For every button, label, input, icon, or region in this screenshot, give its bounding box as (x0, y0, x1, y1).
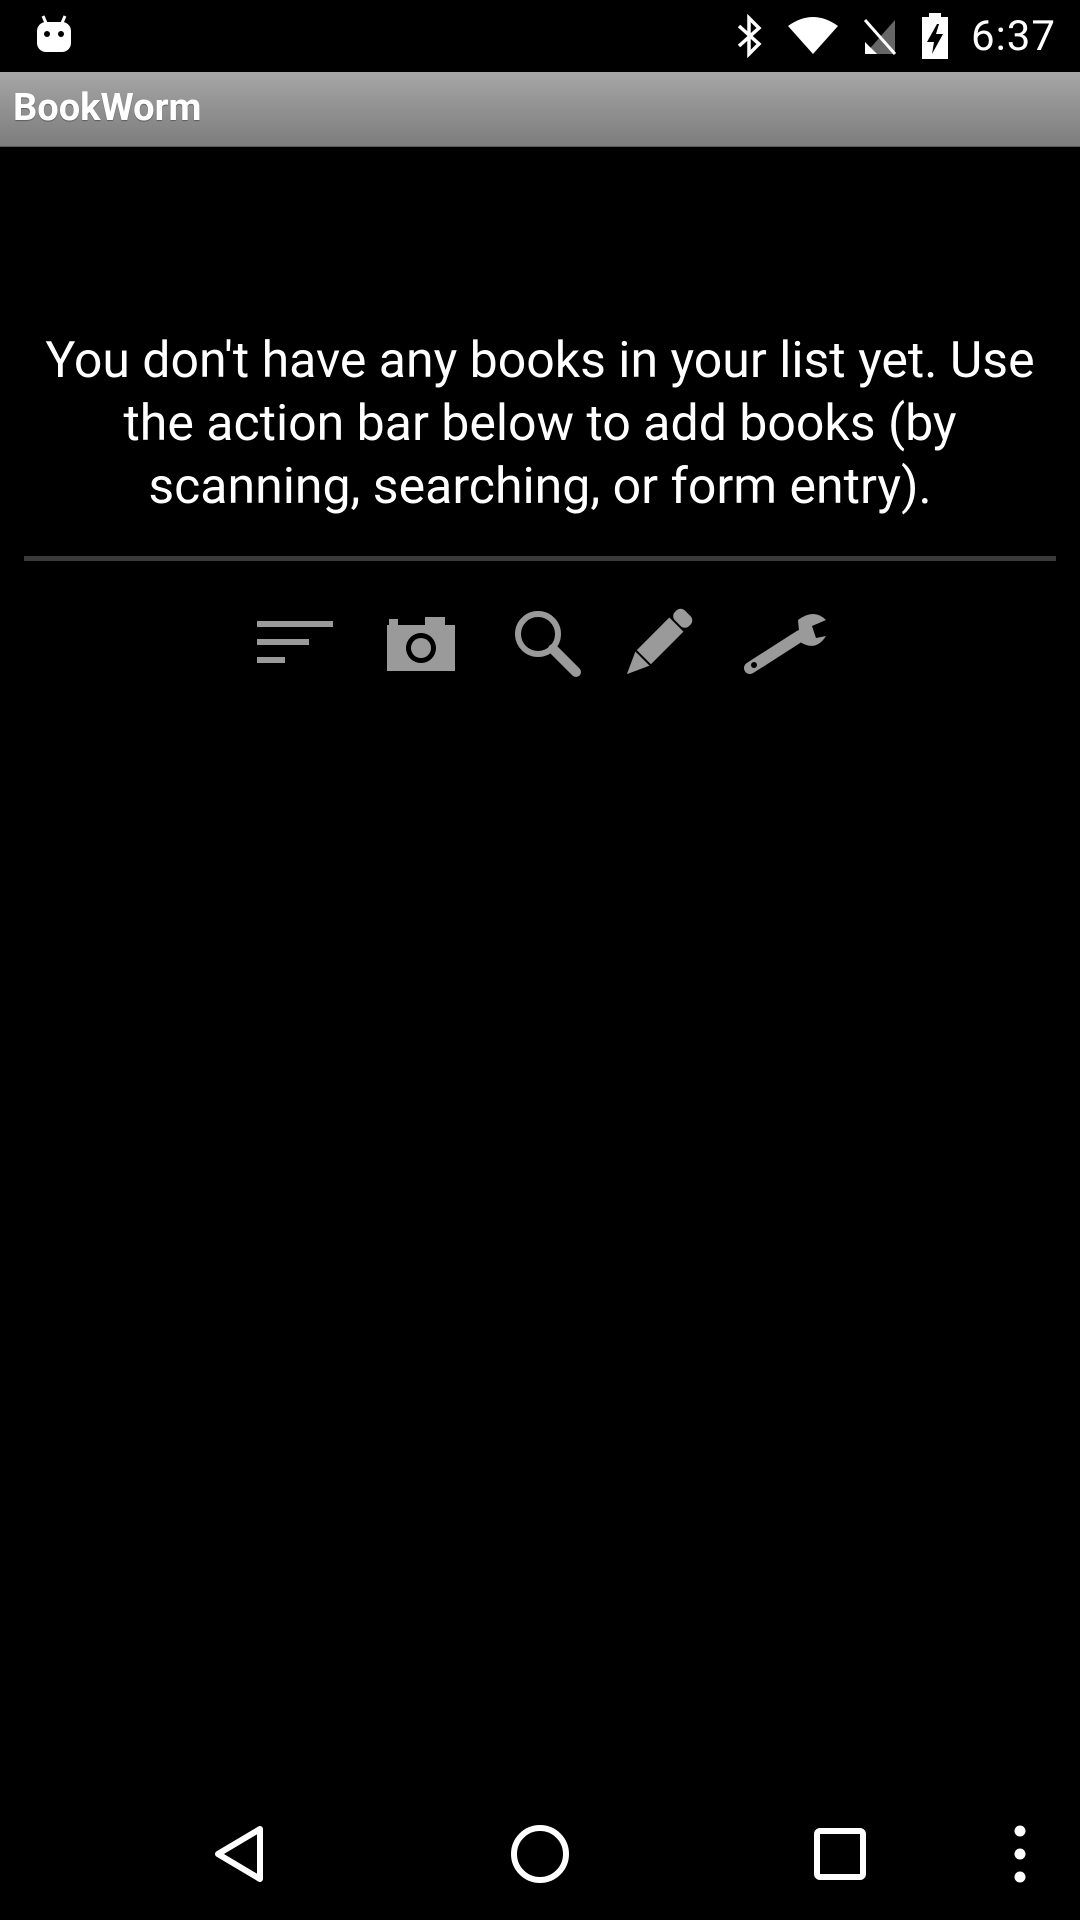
navigation-bar (0, 1792, 1080, 1920)
search-button[interactable] (502, 600, 592, 690)
wrench-icon (742, 608, 828, 682)
clock-time: 6:37 (971, 11, 1056, 61)
action-bar (0, 600, 1080, 690)
back-button[interactable] (190, 1792, 290, 1920)
battery-charging-icon (921, 12, 949, 60)
sort-icon (255, 613, 335, 677)
search-icon (512, 608, 582, 682)
app-title: BookWorm (13, 86, 202, 130)
recents-button[interactable] (790, 1792, 890, 1920)
wifi-icon (787, 16, 839, 56)
empty-list-message: You don't have any books in your list ye… (45, 332, 1035, 516)
android-notification-icon (34, 14, 74, 58)
overflow-menu-button[interactable] (990, 1792, 1050, 1920)
pencil-icon (618, 603, 698, 687)
bluetooth-icon (735, 14, 765, 58)
status-bar: 6:37 (0, 0, 1080, 72)
no-sim-icon (861, 16, 899, 56)
divider (24, 556, 1056, 561)
status-icons: 6:37 (735, 0, 1056, 72)
app-title-bar: BookWorm (0, 72, 1080, 147)
sort-button[interactable] (250, 600, 340, 690)
camera-icon (385, 613, 457, 677)
settings-button[interactable] (738, 600, 832, 690)
form-entry-button[interactable] (613, 600, 703, 690)
recents-icon (812, 1826, 868, 1886)
home-button[interactable] (490, 1792, 590, 1920)
scan-camera-button[interactable] (376, 600, 466, 690)
overflow-menu-icon (1010, 1823, 1030, 1889)
back-icon (210, 1824, 270, 1888)
home-icon (509, 1823, 571, 1889)
